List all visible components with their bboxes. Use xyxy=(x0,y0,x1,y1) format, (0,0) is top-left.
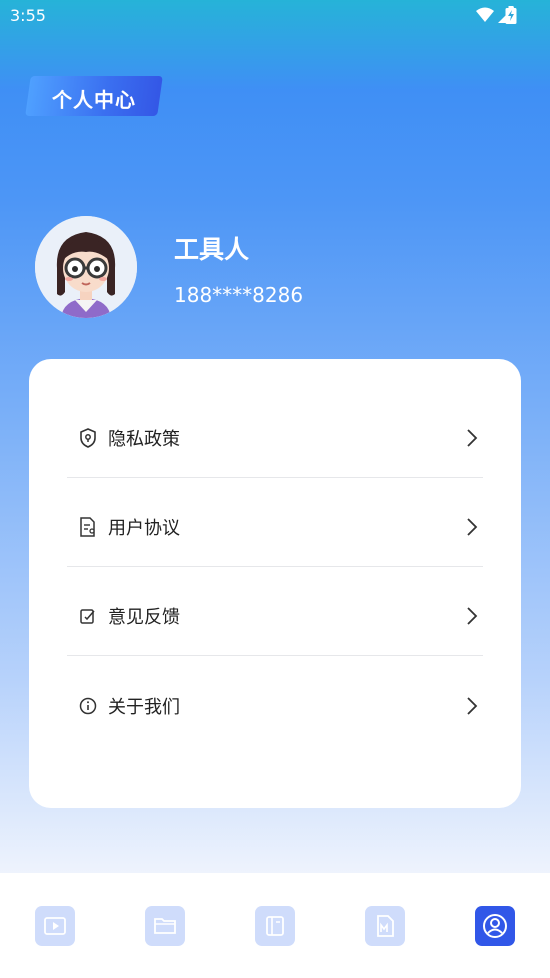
user-avatar-illustration xyxy=(35,216,137,318)
user-phone: 188****8286 xyxy=(174,283,304,307)
user-profile-icon xyxy=(483,914,507,938)
feedback-edit-icon xyxy=(78,606,98,626)
menu-item-label: 关于我们 xyxy=(108,696,180,718)
bottom-tab-bar xyxy=(0,873,550,978)
divider xyxy=(67,566,483,567)
chevron-right-icon xyxy=(467,428,478,447)
divider xyxy=(67,477,483,478)
tab-video[interactable] xyxy=(35,906,75,946)
menu-item-about-us[interactable]: 关于我们 xyxy=(67,661,483,750)
divider xyxy=(67,655,483,656)
page-title: 个人中心 xyxy=(52,88,136,112)
menu-item-privacy-policy[interactable]: 隐私政策 xyxy=(67,393,483,482)
tab-markdown[interactable] xyxy=(365,906,405,946)
tab-notes[interactable] xyxy=(255,906,295,946)
folder-icon xyxy=(154,918,176,934)
video-play-icon xyxy=(44,917,66,935)
info-circle-icon xyxy=(78,696,98,716)
agreement-document-icon xyxy=(78,516,98,537)
shield-lock-icon xyxy=(78,427,98,448)
chevron-right-icon xyxy=(467,517,478,536)
chevron-right-icon xyxy=(467,696,478,715)
menu-item-label: 隐私政策 xyxy=(108,428,180,450)
markdown-file-icon xyxy=(377,915,394,937)
avatar[interactable] xyxy=(35,216,137,318)
notebook-icon xyxy=(266,916,284,936)
tab-profile[interactable] xyxy=(475,906,515,946)
user-name: 工具人 xyxy=(174,235,250,264)
tab-files[interactable] xyxy=(145,906,185,946)
chevron-right-icon xyxy=(467,606,478,625)
menu-item-label: 意见反馈 xyxy=(108,606,180,628)
menu-item-user-agreement[interactable]: 用户协议 xyxy=(67,482,483,571)
menu-item-feedback[interactable]: 意见反馈 xyxy=(67,571,483,660)
battery-charging-icon xyxy=(505,6,517,24)
status-bar: 3:55 xyxy=(0,0,550,30)
wifi-icon xyxy=(476,7,494,22)
status-time: 3:55 xyxy=(10,6,46,25)
menu-item-label: 用户协议 xyxy=(108,517,180,539)
